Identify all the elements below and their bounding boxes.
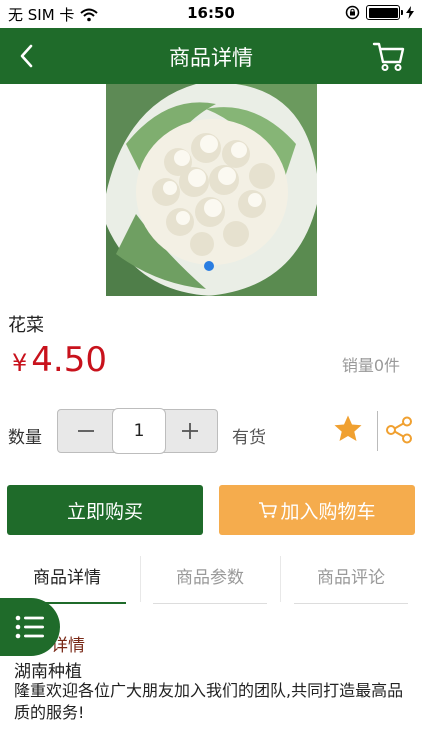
quantity-label: 数量 <box>8 428 42 448</box>
buy-now-button[interactable]: 立即购买 <box>7 485 203 535</box>
stock-status: 有货 <box>232 428 266 448</box>
plus-icon <box>181 423 198 439</box>
increment-button[interactable] <box>162 410 217 452</box>
add-to-cart-button[interactable]: 加入购物车 <box>219 485 415 535</box>
sales-count: 销量0件 <box>341 356 400 375</box>
description-body: 隆重欢迎各位广大朋友加入我们的团队,共同打造最高品质的服务! <box>14 681 404 722</box>
page-title: 商品详情 <box>169 46 253 70</box>
decrement-button[interactable] <box>58 410 113 452</box>
price-value: 4.50 <box>31 340 107 380</box>
cart-icon <box>259 502 278 518</box>
quantity-stepper: 1 <box>57 408 218 454</box>
tab-separator <box>280 556 281 602</box>
status-bar: 无 SIM 卡 16:50 <box>0 0 422 28</box>
product-name: 花菜 <box>8 315 44 336</box>
tab-product-reviews[interactable]: 商品评论 <box>294 556 408 604</box>
divider <box>377 411 378 451</box>
list-menu-icon <box>15 615 44 639</box>
charging-bolt-icon <box>406 6 414 19</box>
tab-separator <box>140 556 141 602</box>
tab-product-details[interactable]: 商品详情 <box>8 556 126 604</box>
minus-icon <box>77 430 94 432</box>
tab-product-params[interactable]: 商品参数 <box>153 556 267 604</box>
cart-icon[interactable] <box>372 39 406 73</box>
battery-level <box>368 7 398 18</box>
rotation-lock-icon <box>345 5 360 20</box>
floating-menu-button[interactable] <box>0 598 60 656</box>
buy-now-label: 立即购买 <box>66 500 143 523</box>
share-icon[interactable] <box>384 415 414 445</box>
battery-icon <box>366 5 403 20</box>
nav-bar: 商品详情 <box>0 28 422 84</box>
carousel-dot[interactable] <box>204 261 214 271</box>
currency-symbol: ¥ <box>12 349 28 377</box>
description-heading: 湖南种植 <box>14 662 82 682</box>
quantity-input[interactable]: 1 <box>112 408 166 454</box>
product-price: ¥4.50 <box>12 340 107 380</box>
detail-tabs: 商品详情 商品参数 商品评论 <box>0 556 422 606</box>
add-to-cart-label: 加入购物车 <box>280 500 376 523</box>
star-icon[interactable] <box>333 414 363 444</box>
status-right <box>345 5 414 20</box>
